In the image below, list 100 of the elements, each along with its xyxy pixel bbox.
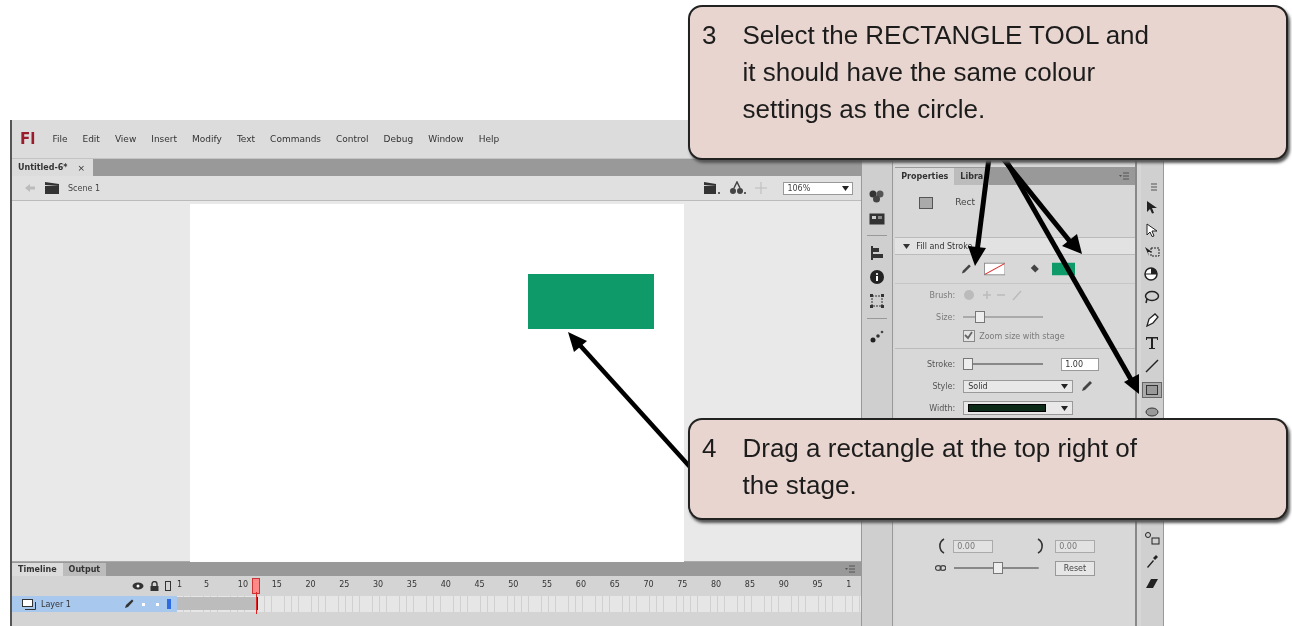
brush-controls-icon	[963, 288, 1024, 302]
panel-tab[interactable]: Output	[62, 562, 107, 576]
width-dropdown[interactable]	[963, 401, 1074, 415]
motion-dots-icon[interactable]	[870, 329, 885, 343]
clapperboard-icon	[44, 181, 60, 195]
style-dropdown[interactable]: Solid	[963, 379, 1074, 393]
frame-number: 50	[508, 580, 519, 589]
menu-item[interactable]: Text	[236, 134, 256, 144]
menu-item[interactable]: Window	[428, 134, 464, 144]
menu-item[interactable]: Edit	[82, 134, 100, 144]
slider-thumb[interactable]	[975, 311, 986, 323]
symbol-icon[interactable]	[729, 181, 748, 195]
frame-number: 35	[406, 580, 417, 589]
frame-number: 10	[237, 580, 248, 589]
scene-label[interactable]: Scene 1	[68, 183, 101, 193]
step-number: 3	[702, 19, 717, 52]
lock-icon[interactable]	[150, 581, 159, 591]
stroke-value-field[interactable]: 1.00	[1061, 357, 1100, 371]
panel-tab[interactable]: Timeline	[12, 562, 63, 576]
menu-item[interactable]: Control	[336, 134, 369, 144]
clapperboard-icon[interactable]	[703, 181, 722, 195]
menu-item[interactable]: Help	[478, 134, 500, 144]
eye-icon[interactable]	[132, 582, 144, 590]
layer-color-icon[interactable]	[167, 599, 171, 609]
frame-number: 80	[711, 580, 722, 589]
tool-name: Rect	[955, 197, 976, 207]
color-palette-icon[interactable]	[869, 189, 886, 203]
frame-number: 95	[812, 580, 823, 589]
oval-tool-icon[interactable]	[1145, 407, 1160, 417]
dropdown-arrow-icon	[1061, 405, 1069, 411]
style-label: Style:	[931, 381, 956, 391]
close-icon[interactable]: ×	[77, 162, 86, 173]
expand-arrow-icon	[903, 243, 911, 249]
panel-tab[interactable]: Properties	[895, 167, 955, 185]
transform-icon[interactable]	[870, 294, 885, 308]
menu-item[interactable]: Debug	[383, 134, 414, 144]
slider-thumb[interactable]	[963, 358, 974, 370]
reset-button[interactable]: Reset	[1054, 560, 1096, 576]
frame-number: 75	[677, 580, 688, 589]
transform-tool-icon[interactable]	[1144, 246, 1161, 258]
width-label: Width:	[928, 403, 956, 413]
pencil-icon[interactable]	[1081, 380, 1094, 392]
text-tool-icon[interactable]	[1145, 336, 1160, 350]
frame-number: 60	[575, 580, 586, 589]
eyedropper-tool-icon[interactable]	[1145, 554, 1160, 568]
align-icon[interactable]	[870, 246, 885, 260]
stroke-color-swatch[interactable]	[983, 262, 1006, 276]
rectangle-tool-icon	[1146, 385, 1159, 395]
outline-icon[interactable]	[165, 581, 171, 591]
layer-row[interactable]: Layer 1	[12, 596, 177, 612]
layer-name: Layer 1	[41, 599, 71, 609]
rectangle-tool-button[interactable]	[1142, 382, 1163, 398]
checkbox-label: Zoom size with stage	[979, 331, 1065, 341]
document-tab[interactable]: Untitled-6* ×	[12, 159, 94, 176]
frame-number: 20	[305, 580, 316, 589]
subselection-tool-icon[interactable]	[1146, 223, 1159, 237]
menu-item[interactable]: Modify	[192, 134, 222, 144]
frame-number: 45	[474, 580, 485, 589]
selection-tool-icon[interactable]	[1146, 200, 1159, 214]
menu-item[interactable]: Insert	[151, 134, 178, 144]
step-number: 4	[702, 432, 717, 465]
stroke-label: Stroke:	[926, 359, 956, 369]
corner-radius-field[interactable]: 0.00	[1055, 539, 1096, 553]
pencil-icon	[961, 263, 972, 275]
frame-number: 5	[204, 580, 210, 589]
frame-number: 40	[440, 580, 451, 589]
tab-title: Untitled-6*	[18, 163, 68, 172]
lasso-tool-icon[interactable]	[1144, 290, 1161, 304]
info-icon[interactable]	[870, 270, 885, 284]
dropdown-arrow-icon	[1061, 383, 1069, 389]
app-logo: Fl	[20, 130, 36, 148]
frame-number: 1	[177, 580, 183, 589]
eraser-tool-icon[interactable]	[1145, 577, 1160, 589]
frame-number: 90	[778, 580, 789, 589]
dropdown-arrow-icon	[842, 185, 850, 191]
instruction-text: Drag a rectangle at the top right of the stage.	[742, 432, 1138, 502]
bone-tool-icon[interactable]	[1144, 531, 1161, 545]
layer-icon	[22, 598, 36, 610]
frame-number: 55	[542, 580, 553, 589]
frame-number: 15	[271, 580, 282, 589]
swatches-icon[interactable]	[869, 213, 886, 225]
line-tool-icon[interactable]	[1145, 359, 1160, 373]
frame-number: 30	[373, 580, 384, 589]
3d-rotation-tool-icon[interactable]	[1144, 267, 1161, 281]
frame-number: 1	[846, 580, 852, 589]
pen-tool-icon[interactable]	[1145, 313, 1160, 327]
frame-number: 85	[744, 580, 755, 589]
slider-thumb[interactable]	[992, 562, 1003, 574]
menu-item[interactable]: Commands	[270, 134, 322, 144]
rectangle-tool-icon	[919, 197, 934, 209]
link-icon[interactable]	[935, 564, 947, 572]
brush-label: Brush:	[928, 290, 956, 300]
frame-number: 25	[339, 580, 350, 589]
instruction-text: Select the RECTANGLE TOOL and it should have the same colour settings as the circle.	[742, 19, 1150, 126]
corner-radius-field[interactable]: 0.00	[953, 539, 994, 553]
menu-item[interactable]: File	[52, 134, 68, 144]
zoom-dropdown[interactable]: 106%	[783, 181, 854, 195]
frame-number: 70	[643, 580, 654, 589]
size-label: Size:	[935, 312, 956, 322]
menu-item[interactable]: View	[114, 134, 137, 144]
